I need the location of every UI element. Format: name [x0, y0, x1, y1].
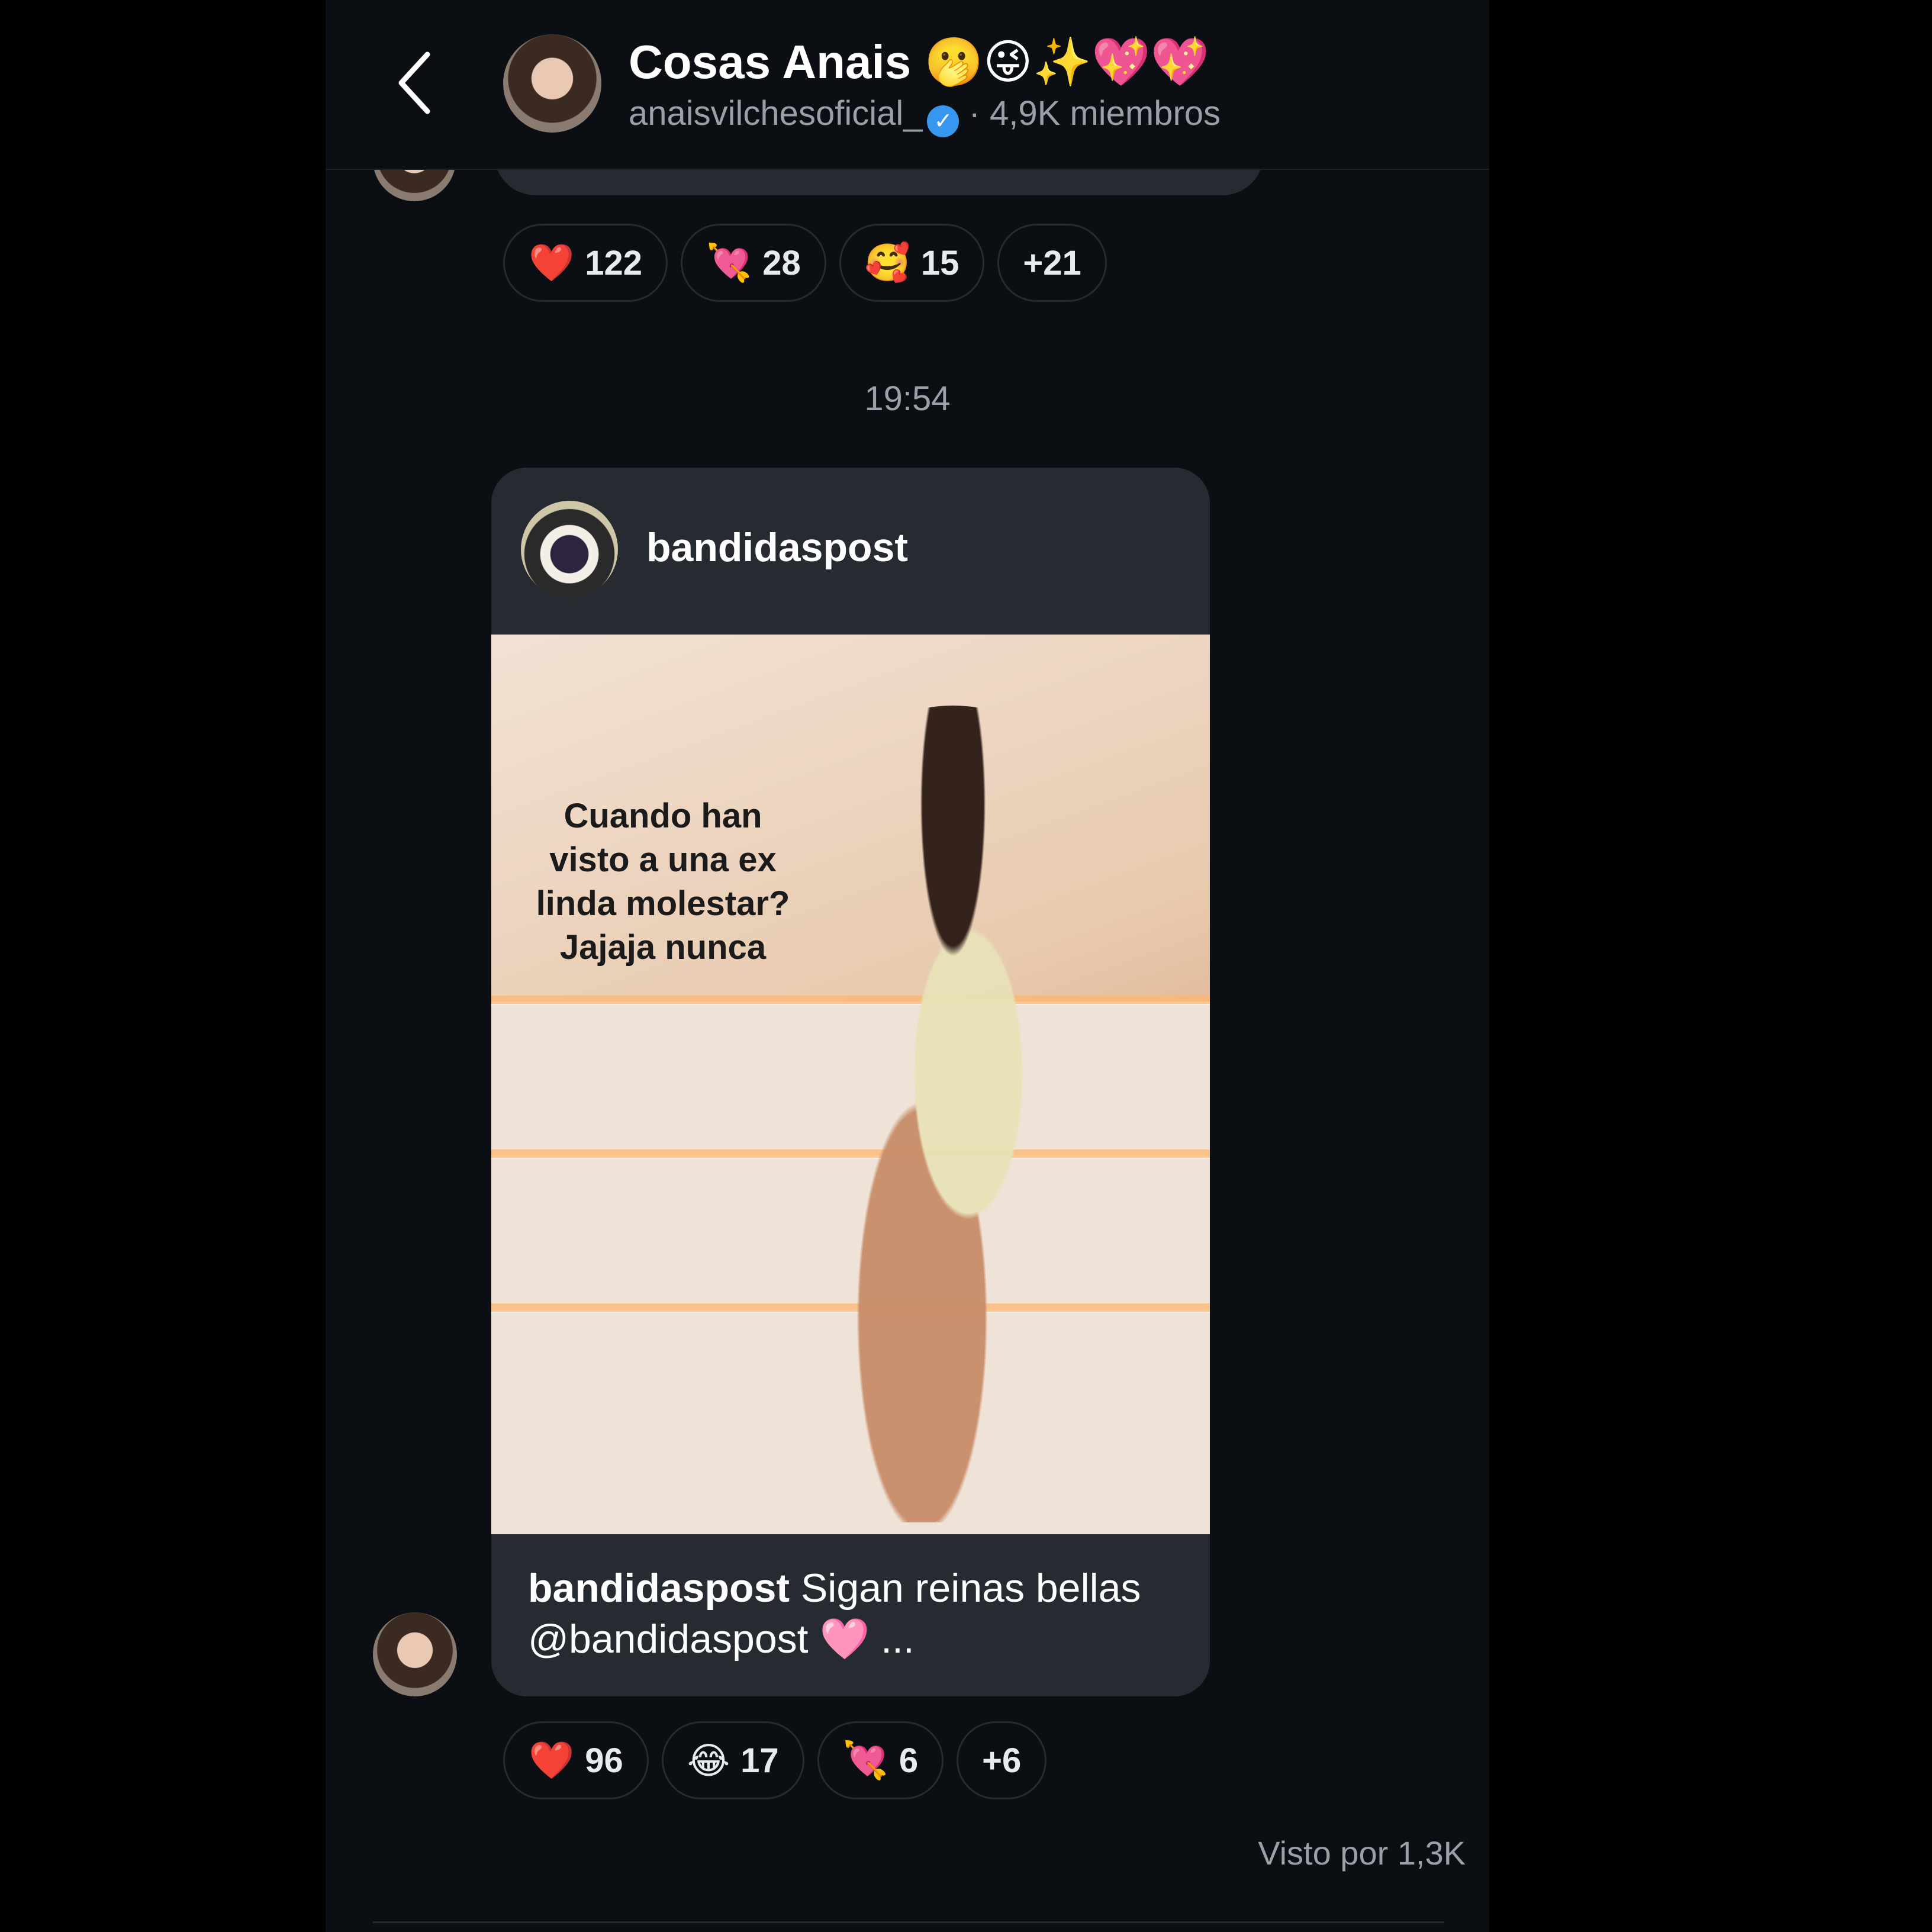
message-timestamp: 19:54	[864, 379, 951, 418]
post-image[interactable]: Cuando han visto a una ex linda molestar…	[491, 635, 1210, 1534]
reaction-more[interactable]: +6	[957, 1721, 1047, 1799]
caption-more[interactable]: ...	[881, 1617, 915, 1661]
heart-with-arrow-icon: 💘	[706, 241, 752, 284]
post-author-name[interactable]: bandidaspost	[646, 524, 908, 571]
caption-author[interactable]: bandidaspost	[528, 1566, 790, 1611]
reaction-count: 96	[585, 1741, 623, 1780]
divider	[373, 1921, 1444, 1923]
channel-title[interactable]: Cosas Anais 🫢😜✨💖💖	[629, 34, 1209, 90]
channel-subtitle[interactable]: anaisvilchesoficial_ ✓ · 4,9K miembros	[629, 94, 1221, 137]
reaction-count: 17	[740, 1741, 779, 1780]
post-caption[interactable]: bandidaspost Sigan reinas bellas @bandid…	[528, 1563, 1179, 1665]
heart-with-arrow-icon: 💘	[842, 1738, 888, 1782]
reaction-count: 6	[899, 1741, 919, 1780]
pink-heart-icon: 🩷	[819, 1616, 870, 1663]
post-author-avatar[interactable]	[521, 501, 618, 598]
post-header[interactable]: bandidaspost	[491, 468, 1210, 635]
reaction-count: 122	[585, 243, 642, 282]
channel-username: anaisvilchesoficial_	[629, 94, 923, 133]
reaction-heart[interactable]: ❤️ 122	[503, 224, 668, 302]
reaction-heart-arrow[interactable]: 💘 28	[680, 224, 826, 302]
smiling-face-hearts-icon: 🥰	[864, 241, 910, 284]
reaction-smiling-hearts[interactable]: 🥰 15	[839, 224, 985, 302]
sender-avatar[interactable]	[373, 1612, 457, 1696]
channel-avatar[interactable]	[503, 34, 601, 133]
reaction-count: 15	[920, 243, 959, 282]
members-count: · 4,9K miembros	[968, 94, 1221, 133]
back-arrow-icon[interactable]	[391, 47, 438, 118]
reaction-heart[interactable]: ❤️ 96	[503, 1721, 649, 1799]
person-figure	[799, 706, 1107, 1522]
reaction-more[interactable]: +21	[997, 224, 1107, 302]
channel-header: Cosas Anais 🫢😜✨💖💖 anaisvilchesoficial_ ✓ …	[326, 0, 1489, 170]
reaction-count: 28	[762, 243, 801, 282]
red-heart-icon: ❤️	[529, 241, 575, 284]
post-image-text: Cuando han visto a una ex linda molestar…	[536, 797, 790, 967]
red-heart-icon: ❤️	[529, 1738, 575, 1782]
top-reactions-bar: ❤️ 122 💘 28 🥰 15 +21	[503, 224, 1107, 302]
reaction-more-count: +21	[1023, 243, 1081, 282]
reaction-laughing[interactable]: 😂 17	[661, 1721, 804, 1799]
reaction-more-count: +6	[982, 1741, 1022, 1780]
seen-by-count[interactable]: Visto por 1,3K	[1258, 1834, 1466, 1872]
reaction-heart-arrow[interactable]: 💘 6	[817, 1721, 944, 1799]
tears-of-joy-icon: 😂	[687, 1738, 730, 1782]
bottom-reactions-bar: ❤️ 96 😂 17 💘 6 +6	[503, 1721, 1047, 1799]
shared-post-card[interactable]: bandidaspost Cuando han visto a una ex l…	[491, 468, 1210, 1696]
verified-badge-icon: ✓	[927, 105, 959, 137]
chat-screen: Cosas Anais 🫢😜✨💖💖 anaisvilchesoficial_ ✓ …	[326, 0, 1489, 1932]
